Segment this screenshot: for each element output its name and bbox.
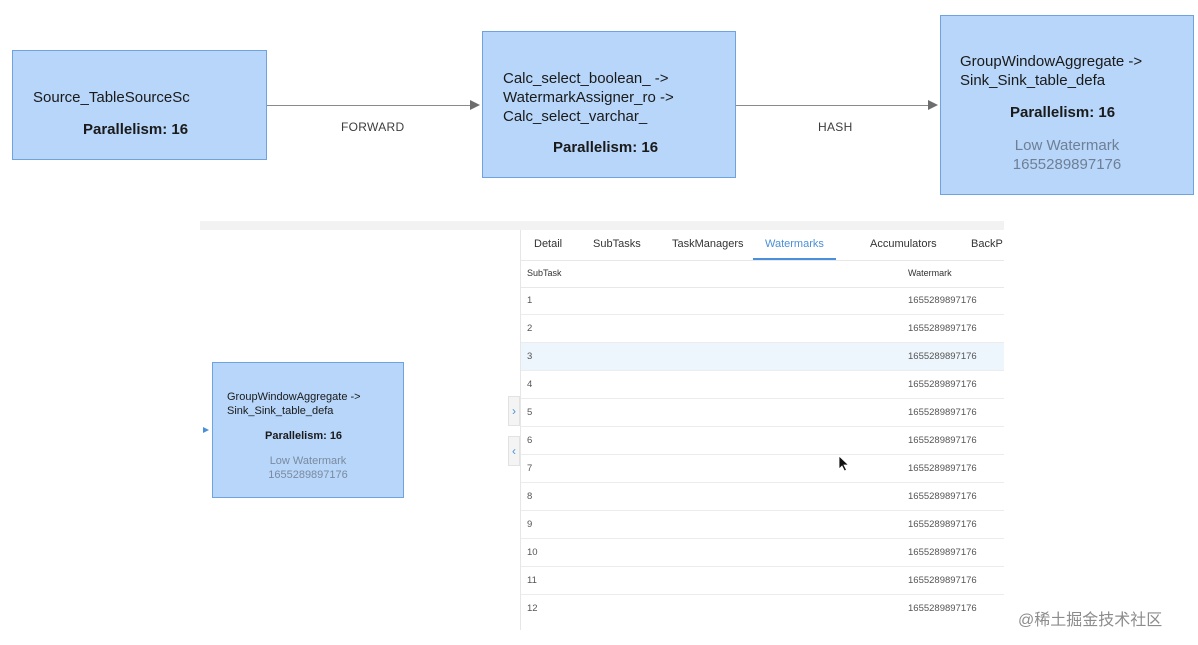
tab-taskmanagers[interactable]: TaskManagers: [672, 230, 744, 259]
watermark-cell: 1655289897176: [908, 379, 977, 390]
watermark-cell: 1655289897176: [908, 575, 977, 586]
watermark-cell: 1655289897176: [908, 295, 977, 306]
chevron-left-icon: ‹: [512, 444, 516, 458]
expand-panel-button[interactable]: ›: [508, 396, 520, 426]
subtask-cell: 9: [527, 519, 533, 530]
edge-hash-arrowhead: [928, 100, 938, 110]
node-parallelism: Parallelism: 16: [1010, 104, 1116, 121]
table-row[interactable]: 6 1655289897176: [521, 427, 1004, 455]
table-row[interactable]: 1 1655289897176: [521, 287, 1004, 315]
edge-hash-line: [736, 105, 930, 106]
subtask-cell: 3: [527, 351, 533, 362]
tab-detail[interactable]: Detail: [534, 230, 562, 259]
collapse-panel-button[interactable]: ‹: [508, 436, 520, 466]
watermark-cell: 1655289897176: [908, 519, 977, 530]
low-watermark-label: Low Watermark: [269, 455, 347, 467]
subtask-cell: 5: [527, 407, 533, 418]
table-row[interactable]: 9 1655289897176: [521, 511, 1004, 539]
tab-watermarks[interactable]: Watermarks: [753, 230, 836, 260]
edge-hash-label: HASH: [818, 120, 853, 134]
watermark-cell: 1655289897176: [908, 547, 977, 558]
watermark-cell: 1655289897176: [908, 351, 977, 362]
subtask-cell: 10: [527, 547, 538, 558]
subtask-cell: 7: [527, 463, 533, 474]
table-row[interactable]: 7 1655289897176: [521, 455, 1004, 483]
watermark-cell: 1655289897176: [908, 603, 977, 614]
subtask-cell: 4: [527, 379, 533, 390]
watermark-cell: 1655289897176: [908, 407, 977, 418]
subtask-cell: 2: [527, 323, 533, 334]
watermark-cell: 1655289897176: [908, 435, 977, 446]
subtask-cell: 12: [527, 603, 538, 614]
table-header: SubTask Watermark: [521, 260, 1004, 288]
watermark-cell: 1655289897176: [908, 491, 977, 502]
node-parallelism: Parallelism: 16: [553, 139, 659, 156]
graph-node-group-window-aggregate[interactable]: GroupWindowAggregate -> Sink_Sink_table_…: [940, 15, 1194, 195]
incoming-edge-arrowhead: [203, 427, 209, 433]
table-row[interactable]: 4 1655289897176: [521, 371, 1004, 399]
tab-subtasks[interactable]: SubTasks: [593, 230, 641, 259]
column-header-subtask[interactable]: SubTask: [527, 260, 562, 286]
table-row[interactable]: 12 1655289897176: [521, 595, 1004, 623]
tab-backpressure[interactable]: BackP: [971, 230, 1003, 259]
watermark-cell: 1655289897176: [908, 463, 977, 474]
edge-forward-line: [267, 105, 473, 106]
low-watermark-value: 1655289897176: [268, 469, 348, 481]
subtask-cell: 11: [527, 575, 537, 586]
table-row[interactable]: 8 1655289897176: [521, 483, 1004, 511]
table-row-highlighted[interactable]: 3 1655289897176: [521, 343, 1004, 371]
subtask-cell: 8: [527, 491, 533, 502]
table-row[interactable]: 11 1655289897176: [521, 567, 1004, 595]
node-name: GroupWindowAggregate -> Sink_Sink_table_…: [227, 391, 361, 417]
graph-node-selected[interactable]: GroupWindowAggregate -> Sink_Sink_table_…: [212, 362, 404, 498]
graph-node-calc-watermark[interactable]: Calc_select_boolean_ -> WatermarkAssigne…: [482, 31, 736, 178]
chevron-right-icon: ›: [512, 404, 516, 418]
tab-accumulators[interactable]: Accumulators: [870, 230, 937, 259]
node-name: Calc_select_boolean_ -> WatermarkAssigne…: [503, 70, 674, 125]
node-parallelism: Parallelism: 16: [265, 430, 343, 442]
node-parallelism: Parallelism: 16: [83, 121, 189, 138]
subtask-cell: 1: [527, 295, 533, 306]
node-name: GroupWindowAggregate -> Sink_Sink_table_…: [960, 53, 1143, 89]
watermark-cell: 1655289897176: [908, 323, 977, 334]
column-header-watermark[interactable]: Watermark: [908, 260, 952, 286]
table-row[interactable]: 10 1655289897176: [521, 539, 1004, 567]
node-name: Source_TableSourceSc: [33, 89, 190, 106]
table-row[interactable]: 5 1655289897176: [521, 399, 1004, 427]
watermarks-table: SubTask Watermark 1 1655289897176 2 1655…: [521, 260, 1004, 630]
panel-top-bar: [200, 221, 1004, 230]
edge-forward-arrowhead: [470, 100, 480, 110]
low-watermark-label: Low Watermark: [1014, 137, 1120, 154]
detail-tabs: Detail SubTasks TaskManagers Watermarks …: [521, 230, 1004, 261]
subtask-cell: 6: [527, 435, 533, 446]
low-watermark-value: 1655289897176: [1012, 156, 1122, 173]
edge-forward-label: FORWARD: [341, 120, 405, 134]
graph-node-source[interactable]: Source_TableSourceSc Parallelism: 16: [12, 50, 267, 160]
brand-watermark: @稀土掘金技术社区: [1018, 612, 1163, 629]
table-row[interactable]: 2 1655289897176: [521, 315, 1004, 343]
mouse-pointer-icon: [838, 455, 850, 472]
